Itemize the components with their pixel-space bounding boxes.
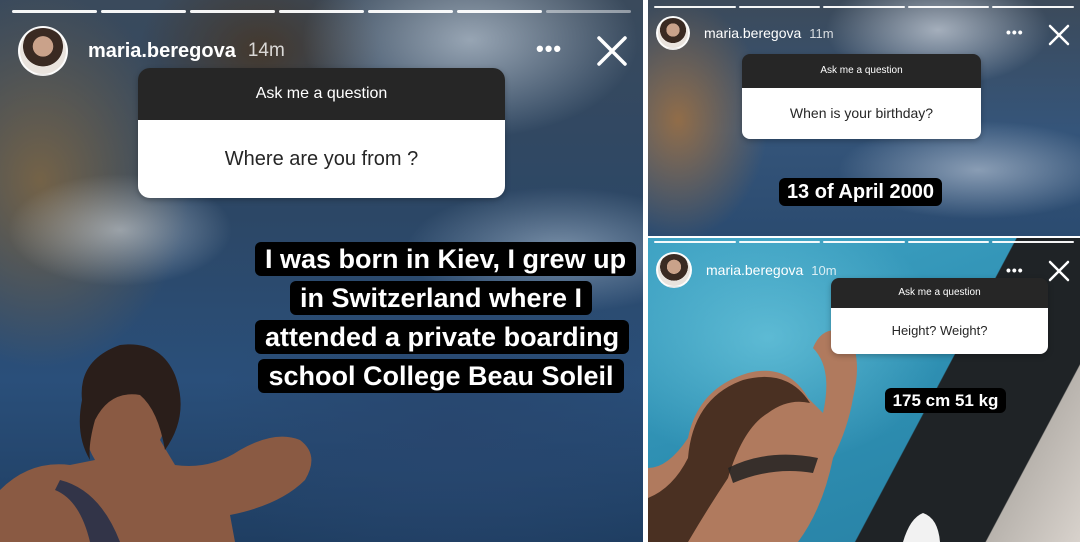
post-time: 10m [811,262,837,278]
question-sticker-header: Ask me a question [831,278,1048,308]
answer-text: I was born in Kiev, I grew up in Switzer… [255,240,637,396]
question-sticker-header: Ask me a question [742,54,981,88]
answer-text-highlight: 175 cm 51 kg [884,388,1007,413]
avatar[interactable] [656,16,690,50]
story-progress-bar [12,10,631,13]
question-text: Height? Weight? [831,308,1048,354]
avatar[interactable] [18,26,68,76]
question-text: Where are you from ? [138,120,505,198]
story-progress-bar [654,241,1074,243]
close-icon[interactable] [596,35,628,67]
story-panel-3[interactable]: maria.beregova 10m ••• Ask me a question… [648,238,1080,542]
answer-text: 13 of April 2000 [758,176,963,208]
question-sticker[interactable]: Ask me a question Where are you from ? [138,68,505,198]
answer-text: 175 cm 51 kg [873,386,1018,416]
more-horizontal-icon[interactable]: ••• [536,36,562,62]
close-icon[interactable] [1048,260,1070,282]
post-time: 11m [809,25,834,41]
answer-text-highlight: 13 of April 2000 [778,178,943,206]
more-horizontal-icon[interactable]: ••• [1006,24,1024,40]
question-sticker[interactable]: Ask me a question Height? Weight? [831,278,1048,354]
avatar[interactable] [656,252,692,288]
more-horizontal-icon[interactable]: ••• [1006,262,1024,278]
question-sticker-header: Ask me a question [138,68,505,120]
story-panel-2[interactable]: maria.beregova 11m ••• Ask me a question… [648,0,1080,236]
answer-text-highlight: I was born in Kiev, I grew up in Switzer… [255,242,637,393]
username[interactable]: maria.beregova [706,262,803,278]
username[interactable]: maria.beregova [88,40,236,63]
question-sticker[interactable]: Ask me a question When is your birthday? [742,54,981,139]
close-icon[interactable] [1048,24,1070,46]
question-text: When is your birthday? [742,88,981,139]
post-time: 14m [247,40,285,61]
story-header: maria.beregova 11m [656,16,834,50]
story-header: maria.beregova 10m [656,252,837,288]
story-panel-1[interactable]: maria.beregova 14m ••• Ask me a question… [0,0,643,542]
story-progress-bar [654,6,1074,8]
username[interactable]: maria.beregova [704,25,801,41]
